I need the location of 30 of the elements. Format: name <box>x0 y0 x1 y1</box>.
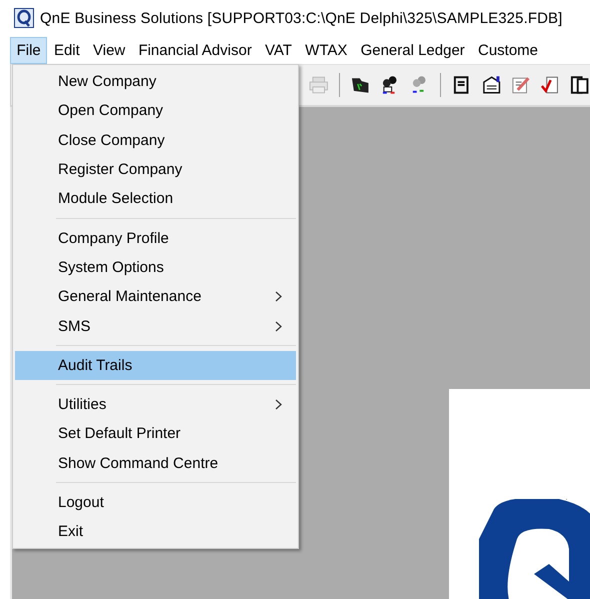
menu-item[interactable]: Utilities <box>15 390 296 420</box>
menu-item[interactable]: Show Command Centre <box>15 448 296 478</box>
app-icon <box>14 8 34 28</box>
form-icon[interactable] <box>480 74 502 96</box>
menu-item[interactable]: Audit Trails <box>15 350 296 380</box>
menu-item[interactable]: Close Company <box>15 126 296 155</box>
menu-item[interactable]: VAT <box>258 36 299 64</box>
menu-item[interactable]: Register Company <box>15 154 296 184</box>
menu-item[interactable]: Logout <box>15 488 296 518</box>
menu-item[interactable]: WTAX <box>298 36 354 64</box>
menu-item[interactable]: General Maintenance <box>15 282 296 312</box>
checklist-icon[interactable] <box>539 74 561 96</box>
chevron-right-icon <box>275 291 282 302</box>
menu-item[interactable]: Custome <box>471 36 545 64</box>
menu-item[interactable]: Edit <box>47 36 86 64</box>
menu-item[interactable]: Company Profile <box>15 223 296 253</box>
window-title: QnE Business Solutions [SUPPORT03:C:\QnE Delphi\325\SAMPLE325.FDB] <box>40 10 562 26</box>
chevron-right-icon <box>275 320 282 332</box>
menu-item[interactable]: File <box>10 36 48 64</box>
chevron-right-icon <box>275 399 282 410</box>
menu-item[interactable]: Financial Advisor <box>132 36 258 64</box>
menu-item[interactable]: View <box>86 36 132 64</box>
menu-item[interactable]: Exit <box>15 517 296 546</box>
documents-icon[interactable] <box>568 74 590 96</box>
menu-item[interactable]: General Ledger <box>354 36 472 64</box>
menu-item[interactable]: Set Default Printer <box>15 419 296 449</box>
menu-item[interactable]: SMS <box>15 311 296 341</box>
menu-item[interactable]: System Options <box>15 252 296 282</box>
menu-item[interactable]: Module Selection <box>15 184 296 214</box>
menu-item[interactable]: Open Company <box>15 96 296 126</box>
